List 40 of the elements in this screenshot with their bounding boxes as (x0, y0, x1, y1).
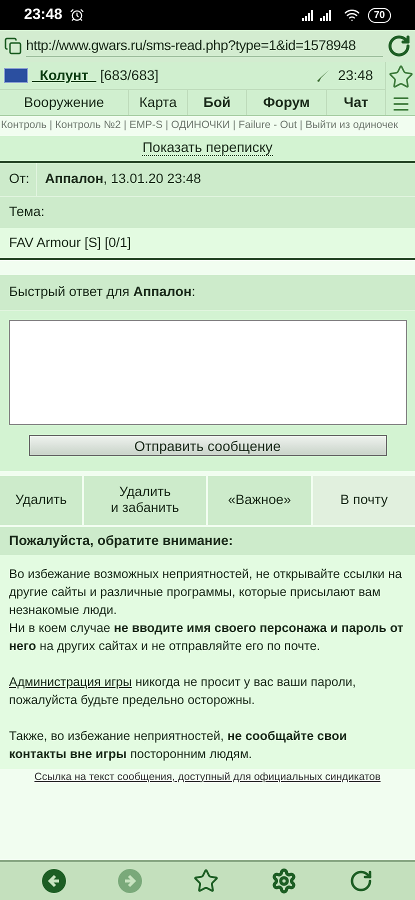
action-button[interactable]: В почту (313, 476, 415, 525)
reload-icon[interactable] (387, 34, 411, 58)
back-button[interactable] (42, 869, 66, 893)
url-field[interactable]: http://www.gwars.ru/sms-read.php?type=1&id=1578948 (26, 35, 383, 57)
tabs-icon[interactable] (4, 37, 22, 55)
clan-logo-icon (4, 68, 28, 83)
action-button[interactable]: Удалить и забанить (84, 476, 206, 525)
quick-links[interactable]: Контроль | Контроль №2 | EMP-S | ОДИНОЧКИ | Failure - Out | Выйти из одиночек (0, 116, 415, 136)
notice-paragraph: Также, во избежание неприятностей, не сообщайте свои контакты вне игры посторонним людям. (9, 728, 348, 763)
nav-link[interactable]: Чат (326, 90, 385, 115)
health-text: [683/683] (100, 66, 159, 85)
footer-link[interactable]: Ссылка на текст сообщения, доступный для официальных синдикатов (34, 770, 381, 786)
alarm-icon (70, 8, 84, 22)
settings-icon[interactable] (271, 868, 298, 894)
wifi-icon (344, 7, 360, 23)
nav-link[interactable]: Вооружение (0, 90, 128, 115)
admin-link[interactable]: Администрация игры (9, 674, 132, 689)
nav-link[interactable]: Форум (246, 90, 326, 115)
clock-time: 23:48 (24, 4, 62, 25)
subject-label: Тема: (9, 203, 45, 222)
favorite-icon[interactable] (388, 64, 414, 90)
notice-paragraph: Во избежание возможных неприятностей, не открывайте ссылки на другие сайты и различные программы, которые присылают вам незнакомые люди. Ни в коем случае не вводите имя своего персонажа и пароль от него на других сайтах и не отправляйте его по почте. (9, 566, 404, 655)
message-text: FAV Armour [S] [0/1] (9, 234, 132, 252)
reply-field[interactable] (8, 320, 406, 425)
send-button[interactable]: Отправить сообщение (28, 435, 386, 456)
nav-link[interactable]: Карта (128, 90, 187, 115)
player-name-link[interactable]: _Колунт_ (32, 65, 96, 86)
reply-label: Быстрый ответ для Аппалон: (9, 283, 196, 302)
nav-link[interactable]: Бой (187, 90, 246, 115)
notice-title: Пожалуйста, обратите внимание: (9, 532, 233, 550)
from-value: Аппалон, 13.01.20 23:48 (44, 170, 201, 188)
action-button[interactable]: «Важное» (208, 476, 311, 525)
action-button[interactable]: Удалить (0, 476, 82, 525)
star-icon[interactable] (193, 868, 220, 894)
server-time: 23:48 (338, 66, 373, 85)
brush-icon (316, 68, 330, 82)
notice-paragraph: Администрация игры никогда не просит у вас ваши пароли, пожалуйста будьте предельно осторожны. (9, 674, 357, 709)
battery-indicator: 70 (368, 8, 391, 22)
show-thread-link[interactable]: Показать переписку (142, 140, 273, 156)
reload-icon[interactable] (349, 869, 374, 893)
